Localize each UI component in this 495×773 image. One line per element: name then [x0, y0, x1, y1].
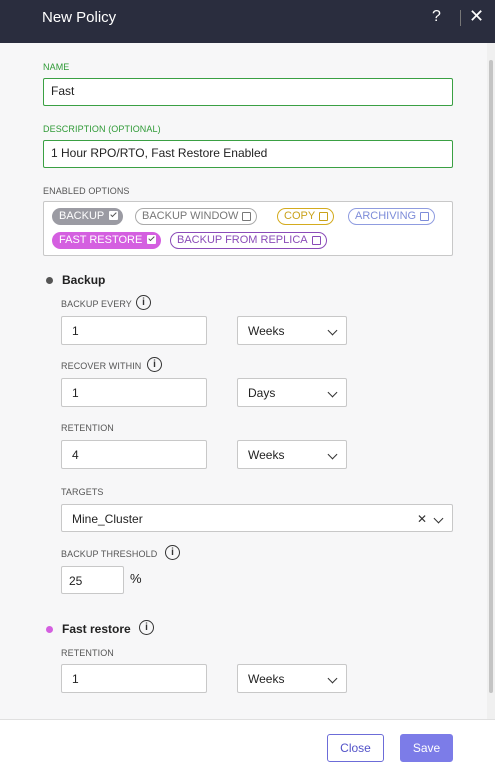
- backup-every-unit-value: Weeks: [248, 324, 285, 338]
- checkbox-icon[interactable]: [311, 236, 321, 245]
- info-icon[interactable]: i: [139, 620, 154, 635]
- chip-backup-from-replica[interactable]: BACKUP FROM REPLICA: [170, 232, 327, 249]
- chip-fast-restore[interactable]: FAST RESTORE: [52, 232, 162, 249]
- chip-backup[interactable]: BACKUP: [52, 208, 124, 225]
- percent-unit: %: [130, 571, 142, 586]
- clear-icon[interactable]: ✕: [417, 505, 427, 533]
- backup-section-dot: [46, 277, 53, 284]
- chevron-down-icon: [327, 673, 338, 684]
- checkbox-checked-icon[interactable]: [147, 235, 157, 244]
- chevron-down-icon: [327, 325, 338, 336]
- info-icon[interactable]: i: [165, 545, 180, 560]
- backup-retention-unit-select[interactable]: Weeks: [237, 440, 347, 469]
- recover-within-unit-select[interactable]: Days: [237, 378, 347, 407]
- chip-copy[interactable]: COPY: [277, 208, 335, 225]
- enabled-options-label: ENABLED OPTIONS: [43, 186, 130, 196]
- checkbox-icon[interactable]: [242, 212, 252, 221]
- chevron-down-icon: [433, 513, 444, 524]
- backup-every-input[interactable]: 1: [61, 316, 207, 345]
- header-divider: [460, 10, 461, 26]
- fast-restore-section-title: Fast restore: [62, 622, 131, 636]
- backup-every-label: BACKUP EVERY: [61, 299, 132, 309]
- info-icon[interactable]: i: [147, 357, 162, 372]
- recover-within-label: RECOVER WITHIN: [61, 361, 142, 371]
- backup-retention-label: RETENTION: [61, 423, 114, 433]
- recover-within-input[interactable]: 1: [61, 378, 207, 407]
- scrollbar-thumb[interactable]: [489, 60, 493, 693]
- chevron-down-icon: [327, 449, 338, 460]
- dialog-footer: Close Save: [0, 719, 495, 773]
- checkbox-icon[interactable]: [420, 212, 430, 221]
- chip-backup-from-replica-label: BACKUP FROM REPLICA: [177, 234, 308, 246]
- enabled-options-box: BACKUP BACKUP WINDOW COPY ARCHIVING FAST…: [43, 201, 453, 256]
- info-icon[interactable]: i: [136, 295, 151, 310]
- checkbox-icon[interactable]: [319, 212, 329, 221]
- chip-archiving[interactable]: ARCHIVING: [348, 208, 436, 225]
- targets-label: TARGETS: [61, 487, 104, 497]
- fast-restore-section-dot: [46, 626, 53, 633]
- help-icon[interactable]: ?: [432, 8, 441, 26]
- targets-select[interactable]: Mine_Cluster ✕: [61, 504, 453, 532]
- chip-fast-restore-label: FAST RESTORE: [59, 234, 143, 246]
- close-button[interactable]: Close: [327, 734, 384, 762]
- backup-section-title: Backup: [62, 273, 106, 287]
- name-label: NAME: [43, 62, 70, 72]
- description-label: DESCRIPTION (OPTIONAL): [43, 124, 161, 134]
- checkbox-checked-icon[interactable]: [109, 211, 119, 220]
- dialog-title: New Policy: [42, 9, 117, 26]
- backup-every-unit-select[interactable]: Weeks: [237, 316, 347, 345]
- chip-archiving-label: ARCHIVING: [355, 210, 417, 222]
- save-button[interactable]: Save: [400, 734, 453, 762]
- chip-backup-label: BACKUP: [59, 210, 105, 222]
- name-input[interactable]: Fast: [43, 78, 453, 106]
- backup-retention-unit-value: Weeks: [248, 448, 285, 462]
- close-icon[interactable]: ✕: [469, 6, 484, 27]
- fast-restore-retention-label: RETENTION: [61, 648, 114, 658]
- chip-copy-label: COPY: [284, 210, 316, 222]
- targets-value: Mine_Cluster: [72, 512, 143, 526]
- fast-restore-retention-input[interactable]: 1: [61, 664, 207, 693]
- chevron-down-icon: [327, 387, 338, 398]
- fast-restore-retention-unit-select[interactable]: Weeks: [237, 664, 347, 693]
- chip-backup-window[interactable]: BACKUP WINDOW: [135, 208, 258, 225]
- chip-backup-window-label: BACKUP WINDOW: [142, 210, 239, 222]
- recover-within-unit-value: Days: [248, 386, 276, 400]
- dialog-header: New Policy ? ✕: [0, 0, 495, 43]
- backup-threshold-input[interactable]: 25: [61, 566, 124, 594]
- description-input[interactable]: 1 Hour RPO/RTO, Fast Restore Enabled: [43, 140, 453, 168]
- backup-threshold-label: BACKUP THRESHOLD: [61, 549, 158, 559]
- backup-retention-input[interactable]: 4: [61, 440, 207, 469]
- fast-restore-retention-unit-value: Weeks: [248, 672, 285, 686]
